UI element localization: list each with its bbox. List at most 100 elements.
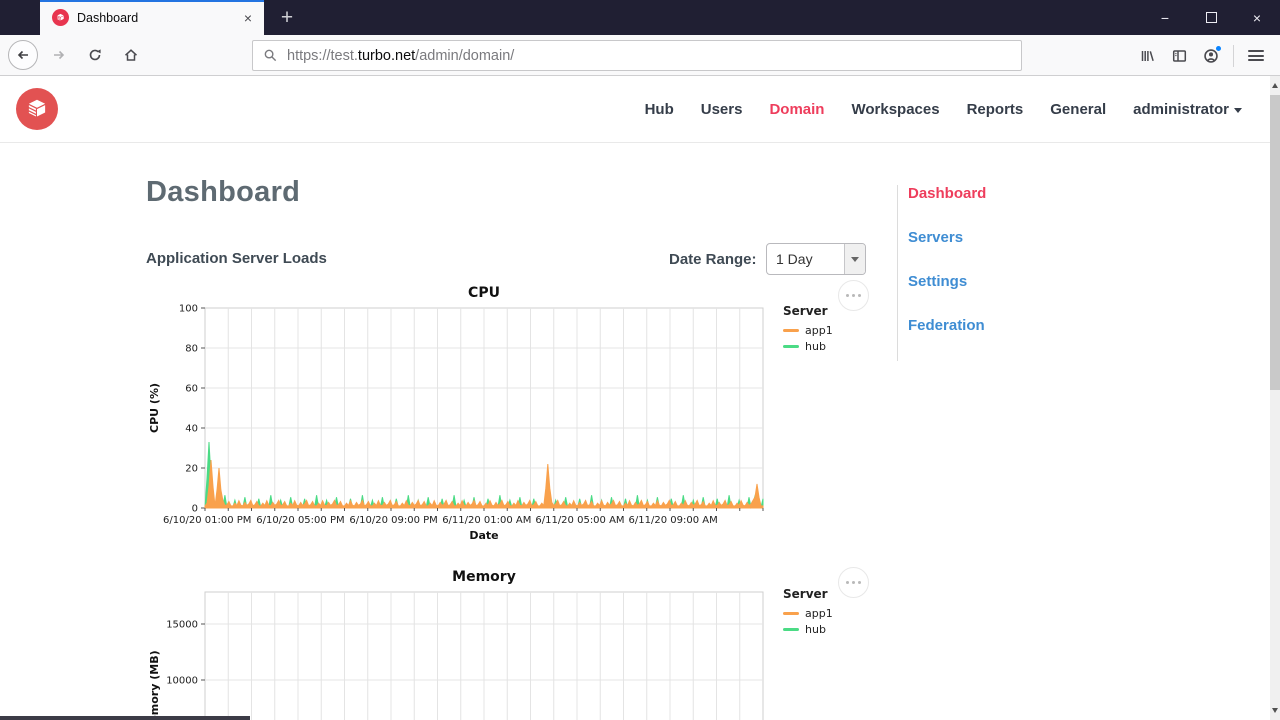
bottom-edge-strip [0,716,250,720]
page-content: Hub Users Domain Workspaces Reports Gene… [0,76,1280,720]
maximize-icon [1205,12,1217,23]
sidebar-item-servers[interactable]: Servers [908,229,1097,246]
url-text: https://test.turbo.net/admin/domain/ [287,48,514,64]
turbo-favicon-icon [52,9,69,26]
nav-item-users[interactable]: Users [701,101,743,118]
scroll-up-icon[interactable] [1270,77,1280,94]
account-notification-dot [1215,44,1222,52]
hamburger-icon [1248,48,1264,64]
svg-text:10000: 10000 [166,675,198,686]
sidebar-item-dashboard[interactable]: Dashboard [908,185,1097,202]
svg-text:20: 20 [185,464,198,475]
forward-button[interactable] [44,40,74,70]
window-close-button[interactable]: × [1234,0,1280,35]
tab-close-icon[interactable]: × [242,10,254,26]
svg-text:6/11/20 05:00 AM: 6/11/20 05:00 AM [535,515,624,526]
svg-text:0: 0 [192,504,198,515]
url-domain: turbo.net [357,47,416,64]
sidebar-item-settings[interactable]: Settings [908,273,1097,290]
browser-tab-dashboard[interactable]: Dashboard × [40,0,264,35]
main-nav: Hub Users Domain Workspaces Reports Gene… [645,76,1242,143]
window-minimize-button[interactable]: − [1142,0,1188,35]
site-header: Hub Users Domain Workspaces Reports Gene… [0,76,1270,143]
select-arrow-button[interactable] [844,244,865,274]
reload-button[interactable] [80,40,110,70]
svg-text:15000: 15000 [166,619,198,630]
cpu-chart-options-button[interactable] [838,280,869,311]
domain-side-nav: Dashboard Servers Settings Federation [897,185,1097,361]
svg-text:80: 80 [185,344,198,355]
nav-item-domain[interactable]: Domain [769,101,824,118]
search-icon [264,49,277,62]
sidebar-item-federation[interactable]: Federation [908,317,1097,334]
svg-text:CPU (%): CPU (%) [148,383,161,433]
page-scrollbar[interactable] [1270,76,1280,720]
toolbar-right-icons [1131,35,1272,76]
menu-button[interactable] [1240,41,1272,71]
url-scheme: https://test. [287,47,358,64]
date-range-select[interactable]: 1 Day [766,243,866,275]
account-button[interactable] [1195,41,1227,71]
new-tab-button[interactable]: + [270,0,304,35]
svg-text:6/10/20 05:00 PM: 6/10/20 05:00 PM [256,515,344,526]
app1-swatch [783,329,799,332]
memory-chart: 10000 15000 Memory Memory (MB) [148,569,764,720]
memory-chart-options-button[interactable] [838,567,869,598]
tab-title: Dashboard [77,10,139,25]
window-controls: − × [1142,0,1280,35]
svg-text:Memory (MB): Memory (MB) [148,650,161,720]
svg-text:Memory: Memory [452,569,516,585]
caret-down-icon [1234,107,1242,113]
sidebar-toggle-icon [1172,49,1186,62]
home-icon [124,49,138,61]
nav-item-hub[interactable]: Hub [645,101,674,118]
back-button[interactable] [8,40,38,70]
page-title: Dashboard [146,176,301,208]
app1-swatch [783,612,799,615]
reload-icon [89,49,101,61]
scrollbar-thumb[interactable] [1270,95,1280,390]
hub-swatch [783,628,799,631]
turbo-cube-icon [28,99,46,117]
svg-text:60: 60 [185,384,198,395]
legend-item-app1[interactable]: app1 [783,324,873,337]
svg-text:6/10/20 01:00 PM: 6/10/20 01:00 PM [163,515,251,526]
date-range-value: 1 Day [776,251,813,267]
svg-text:100: 100 [179,304,198,315]
window-maximize-button[interactable] [1188,0,1234,35]
svg-text:6/11/20 09:00 AM: 6/11/20 09:00 AM [629,515,718,526]
toolbar-divider [1233,44,1234,67]
date-range-label: Date Range: [669,251,757,268]
cpu-chart: 0 20 40 60 80 100 6/10/20 01:00 PM 6/10/20 05:0… [148,285,764,542]
nav-item-workspaces[interactable]: Workspaces [851,101,939,118]
user-menu-label: administrator [1133,101,1229,118]
browser-titlebar: Dashboard × + − × [0,0,1280,35]
user-menu[interactable]: administrator [1133,101,1242,118]
forward-arrow-icon [54,50,65,60]
home-button[interactable] [116,40,146,70]
library-button[interactable] [1131,41,1163,71]
svg-text:CPU: CPU [468,285,500,301]
url-bar[interactable]: https://test.turbo.net/admin/domain/ [252,40,1022,71]
nav-item-reports[interactable]: Reports [967,101,1024,118]
svg-text:Date: Date [469,529,498,542]
active-tab-indicator [40,0,264,2]
nav-item-general[interactable]: General [1050,101,1106,118]
svg-text:6/10/20 09:00 PM: 6/10/20 09:00 PM [349,515,437,526]
scroll-down-icon[interactable] [1270,702,1280,719]
url-path: /admin/domain/ [415,47,515,64]
chevron-down-icon [851,256,859,262]
legend-item-hub[interactable]: hub [783,623,873,636]
legend-item-app1[interactable]: app1 [783,607,873,620]
hub-swatch [783,345,799,348]
sidebar-toggle-button[interactable] [1163,41,1195,71]
cpu-chart-legend: Server app1 hub [783,304,873,356]
turbo-logo[interactable] [16,88,58,130]
library-icon [1141,50,1154,61]
back-arrow-icon [17,50,28,60]
section-title: Application Server Loads [146,250,327,267]
browser-toolbar: https://test.turbo.net/admin/domain/ [0,35,1280,76]
svg-text:6/11/20 01:00 AM: 6/11/20 01:00 AM [442,515,531,526]
svg-text:40: 40 [185,424,198,435]
legend-item-hub[interactable]: hub [783,340,873,353]
